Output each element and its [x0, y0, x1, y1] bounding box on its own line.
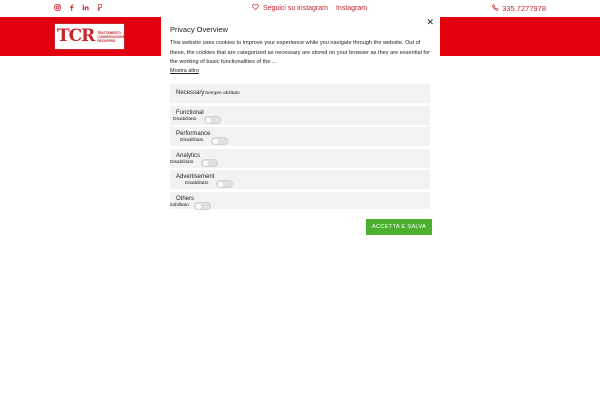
category-name: Functional	[176, 110, 204, 116]
top-bar: Seguici su instagram Instagram 335.72779…	[0, 0, 600, 17]
site-logo[interactable]: TCR TRATTAMENTO CONSERVAZIONE RECUPERO	[54, 23, 125, 50]
linkedin-icon[interactable]	[82, 4, 89, 11]
follow-label: Seguici su instagram	[263, 4, 328, 12]
instagram-icon[interactable]	[54, 4, 61, 11]
category-performance[interactable]: Performance Disabilitato	[170, 127, 430, 146]
phone-number: 335.7277978	[502, 4, 546, 13]
category-name: Advertisement	[176, 174, 215, 180]
category-analytics[interactable]: Analytics Disabilitato	[170, 149, 430, 168]
heart-icon	[252, 4, 259, 12]
advertisement-toggle[interactable]	[216, 180, 233, 188]
category-name: Necessary	[176, 90, 205, 96]
category-status: Disabilitato	[173, 117, 197, 122]
foursquare-icon[interactable]	[97, 4, 103, 11]
category-name: Others	[176, 196, 195, 202]
category-status: Sempre abilitato	[205, 91, 240, 96]
category-functional[interactable]: Functional Disabilitato	[170, 106, 430, 125]
functional-toggle[interactable]	[204, 116, 221, 124]
category-status: Disabilitato	[170, 160, 194, 165]
category-status: Disabilitato	[185, 181, 209, 186]
others-toggle[interactable]	[194, 202, 211, 210]
performance-toggle[interactable]	[211, 137, 228, 145]
logo-mark: TCR	[57, 26, 95, 46]
instagram-link[interactable]: Instagram	[336, 5, 367, 12]
phone-icon	[492, 4, 502, 13]
read-more-link[interactable]: Mostra altro	[170, 68, 199, 74]
accept-and-save-button[interactable]: ACCETTA E SALVA	[366, 219, 432, 235]
category-necessary[interactable]: Necessary Sempre abilitato	[170, 84, 430, 103]
social-links	[54, 4, 103, 11]
logo-text: TRATTAMENTO CONSERVAZIONE RECUPERO	[97, 30, 125, 43]
category-name: Performance	[176, 131, 211, 137]
close-icon[interactable]: ✕	[426, 17, 434, 28]
phone-contact[interactable]: 335.7277978	[492, 4, 546, 13]
analytics-toggle[interactable]	[201, 159, 218, 167]
category-advertisement[interactable]: Advertisement Disabilitato	[170, 170, 430, 189]
category-status: Disabilitato	[180, 138, 204, 143]
category-name: Analytics	[176, 153, 201, 159]
instagram-follow: Seguici su instagram Instagram	[252, 4, 367, 12]
privacy-description: This website uses cookies to improve you…	[170, 40, 430, 65]
privacy-overview-modal: Privacy Overview ✕ This website uses coo…	[161, 17, 440, 247]
category-status: sabilitato	[170, 203, 189, 208]
facebook-icon[interactable]	[69, 4, 74, 11]
category-others[interactable]: Others sabilitato	[170, 192, 430, 210]
modal-title: Privacy Overview	[170, 25, 228, 34]
